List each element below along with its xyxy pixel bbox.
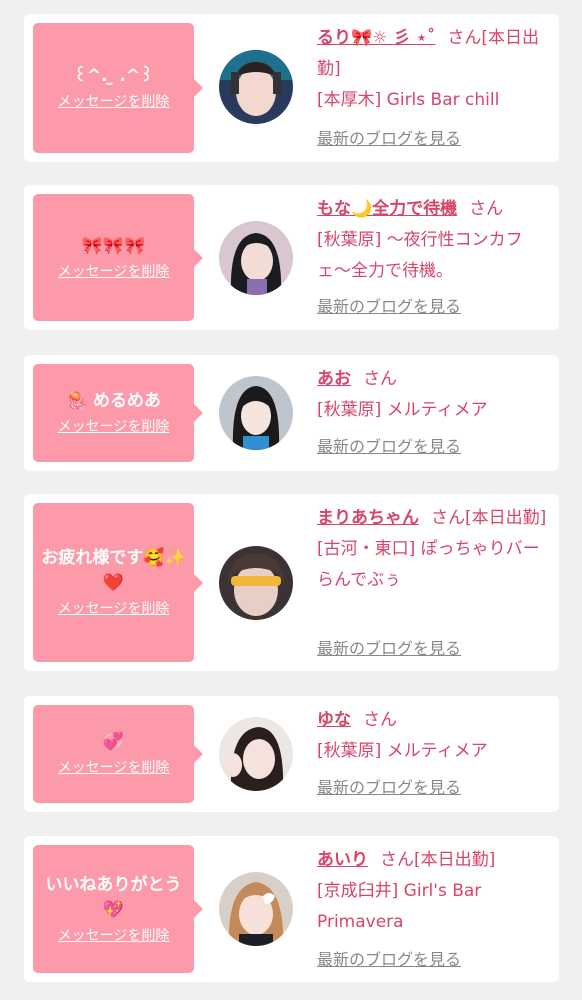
profile-photo <box>219 717 293 791</box>
shop-label: [京成臼井] Girl's Bar Primavera <box>317 881 482 932</box>
member-name-link[interactable]: ゆな <box>317 710 351 730</box>
message-text: 🪼 めるめあ <box>65 391 162 411</box>
message-bubble: ꒰^. ̫ .^꒱ メッセージを削除 <box>33 23 203 153</box>
message-bubble: いいねありがとう💖 メッセージを削除 <box>33 845 203 973</box>
delete-message-link[interactable]: メッセージを削除 <box>58 262 170 282</box>
message-bubble: 🪼 めるめあ メッセージを削除 <box>33 364 203 462</box>
member-info: まりあちゃん さん[本日出勤] [古河・東口] ぽっちゃりバー らんでぶぅ <box>317 503 549 596</box>
message-text: ꒰^. ̫ .^꒱ <box>73 66 154 86</box>
profile-photo <box>219 872 293 946</box>
honorific: さん <box>447 28 482 48</box>
avatar[interactable] <box>219 221 293 295</box>
member-name-link[interactable]: まりあちゃん <box>317 508 419 528</box>
message-bubble: 💞 メッセージを削除 <box>33 705 203 803</box>
member-name-link[interactable]: るり🎀☼ 彡 ⋆˚ <box>317 28 435 48</box>
member-name-link[interactable]: もな🌙全力で待機 <box>317 199 457 219</box>
message-card: 🎀🎀🎀 メッセージを削除 もな🌙全力で待機 さん [秋葉原] 〜夜行性コンカフェ〜… <box>24 185 559 330</box>
message-card: 🪼 めるめあ メッセージを削除 あお さん [秋葉原] メルティメア 最新のブログ… <box>24 355 559 471</box>
honorific: さん <box>431 508 465 528</box>
view-blog-link[interactable]: 最新のブログを見る <box>317 950 461 970</box>
view-blog-link[interactable]: 最新のブログを見る <box>317 297 461 317</box>
delete-message-link[interactable]: メッセージを削除 <box>58 758 170 778</box>
delete-message-link[interactable]: メッセージを削除 <box>58 599 170 619</box>
avatar[interactable] <box>219 50 293 124</box>
shop-label: [秋葉原] メルティメア <box>317 400 488 420</box>
message-text: 💞 <box>102 732 125 752</box>
profile-photo <box>219 221 293 295</box>
message-card: 💞 メッセージを削除 ゆな さん [秋葉原] メルティメア 最新のブログを見る <box>24 696 559 812</box>
delete-message-link[interactable]: メッセージを削除 <box>58 417 170 437</box>
avatar[interactable] <box>219 546 293 620</box>
profile-photo <box>219 50 293 124</box>
avatar[interactable] <box>219 717 293 791</box>
shop-label: [秋葉原] 〜夜行性コンカフェ〜全力で待機。 <box>317 230 523 281</box>
message-bubble: お疲れ様です🥰✨❤️ メッセージを削除 <box>33 503 203 662</box>
delete-message-link[interactable]: メッセージを削除 <box>58 92 170 112</box>
message-card: いいねありがとう💖 メッセージを削除 あいり さん[本日出勤] [京成臼井] Gi… <box>24 836 559 982</box>
message-card: ꒰^. ̫ .^꒱ メッセージを削除 るり🎀☼ 彡 ⋆˚ さん[本日出勤] [本厚… <box>24 14 559 162</box>
message-text: 🎀🎀🎀 <box>81 235 146 256</box>
avatar[interactable] <box>219 872 293 946</box>
view-blog-link[interactable]: 最新のブログを見る <box>317 437 461 457</box>
view-blog-link[interactable]: 最新のブログを見る <box>317 639 461 659</box>
message-text: いいねありがとう💖 <box>45 874 182 920</box>
member-info: もな🌙全力で待機 さん [秋葉原] 〜夜行性コンカフェ〜全力で待機。 <box>317 194 549 287</box>
message-card: お疲れ様です🥰✨❤️ メッセージを削除 まりあちゃん さん[本日出勤] [古河・東… <box>24 494 559 671</box>
profile-photo <box>219 546 293 620</box>
shop-label: [本厚木] Girls Bar chill <box>317 90 500 110</box>
shop-label: [古河・東口] ぽっちゃりバー らんでぶぅ <box>317 539 540 590</box>
view-blog-link[interactable]: 最新のブログを見る <box>317 778 461 798</box>
profile-photo <box>219 376 293 450</box>
message-bubble: 🎀🎀🎀 メッセージを削除 <box>33 194 203 321</box>
member-name-link[interactable]: あお <box>317 369 351 389</box>
shop-label: [秋葉原] メルティメア <box>317 741 488 761</box>
avatar[interactable] <box>219 376 293 450</box>
honorific: さん <box>363 710 397 730</box>
member-name-link[interactable]: あいり <box>317 850 368 870</box>
member-info: あお さん [秋葉原] メルティメア <box>317 364 549 426</box>
view-blog-link[interactable]: 最新のブログを見る <box>317 129 461 149</box>
member-info: あいり さん[本日出勤] [京成臼井] Girl's Bar Primavera <box>317 845 549 938</box>
member-info: ゆな さん [秋葉原] メルティメア <box>317 705 549 767</box>
member-info: るり🎀☼ 彡 ⋆˚ さん[本日出勤] [本厚木] Girls Bar chill <box>317 23 549 116</box>
status-label: [本日出勤] <box>465 508 547 528</box>
honorific: さん <box>380 850 414 870</box>
message-text: お疲れ様です🥰✨❤️ <box>41 548 186 593</box>
honorific: さん <box>469 199 504 219</box>
delete-message-link[interactable]: メッセージを削除 <box>58 926 170 946</box>
honorific: さん <box>363 369 397 389</box>
status-label: [本日出勤] <box>414 850 496 870</box>
